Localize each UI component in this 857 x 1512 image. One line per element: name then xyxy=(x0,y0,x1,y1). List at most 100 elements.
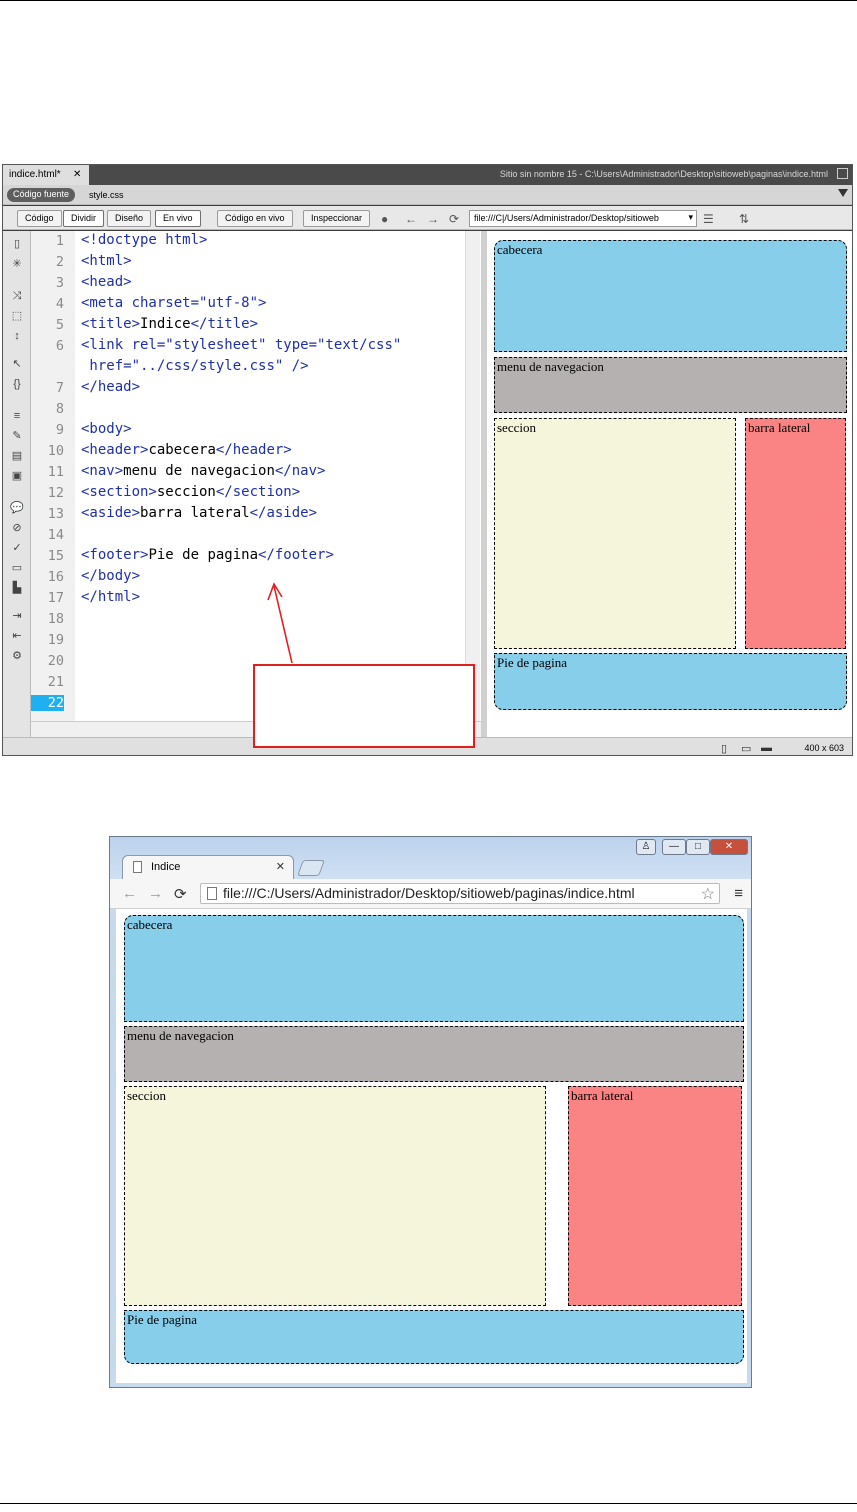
line-number: 5 xyxy=(55,317,64,333)
format-source-icon[interactable]: ⚙ xyxy=(9,649,25,663)
user-icon[interactable]: ♙ xyxy=(636,839,656,855)
expand-all-icon[interactable]: ↕ xyxy=(9,329,25,343)
highlight-invalid-icon[interactable]: ✎ xyxy=(9,429,25,443)
forward-arrow-icon[interactable]: → xyxy=(427,212,439,226)
back-arrow-icon[interactable]: ← xyxy=(122,885,137,902)
browser-tabstrip: Indice ✕ ♙ — □ ✕ xyxy=(110,837,751,879)
reload-icon[interactable]: ⟳ xyxy=(174,885,187,903)
live-view-button[interactable]: En vivo xyxy=(155,210,201,227)
document-tabbar: indice.html* ✕ Sitio sin nombre 15 - C:\… xyxy=(3,165,852,185)
page-options-icon[interactable]: ☰ xyxy=(703,212,714,226)
maximize-button[interactable]: □ xyxy=(686,839,710,855)
window-size-select[interactable]: 400 x 603 xyxy=(804,743,844,753)
spark-icon[interactable]: ✳ xyxy=(9,257,25,271)
related-files-bar: Código fuente style.css xyxy=(3,185,852,205)
aside-box[interactable]: barra lateral xyxy=(745,418,846,649)
new-tab-button[interactable] xyxy=(297,860,325,876)
live-code-button[interactable]: Código en vivo xyxy=(217,210,293,227)
code-token: <link xyxy=(81,337,132,353)
code-token: Indice xyxy=(140,316,191,332)
phone-icon[interactable]: ▯ xyxy=(721,742,727,755)
word-wrap-icon[interactable]: ▤ xyxy=(9,449,25,463)
open-documents-icon[interactable]: ▯ xyxy=(9,237,25,251)
minimize-button[interactable]: — xyxy=(662,839,686,855)
tablet-icon[interactable]: ▭ xyxy=(741,742,751,755)
select-parent-icon[interactable]: ↖ xyxy=(9,357,25,371)
footer-box-label: Pie de pagina xyxy=(127,1312,198,1327)
line-number: 17 xyxy=(47,590,64,606)
line-numbers-icon[interactable]: ≡ xyxy=(9,409,25,423)
document-tab[interactable]: indice.html* ✕ xyxy=(3,165,89,185)
move-css-icon[interactable]: ▙ xyxy=(9,581,25,595)
code-token: menu de navegacion xyxy=(123,463,275,479)
code-token: <header> xyxy=(81,442,149,458)
browser-toolbar: ← → ⟳ file:///C:/Users/Administrador/Des… xyxy=(110,879,751,909)
address-bar[interactable]: file:///C:/Users/Administrador/Desktop/s… xyxy=(200,883,720,904)
filter-icon[interactable] xyxy=(838,189,848,197)
sort-icon[interactable]: ⇅ xyxy=(739,212,749,226)
inspect-button[interactable]: Inspeccionar xyxy=(303,210,371,227)
code-token: "../css/style.css" xyxy=(131,358,284,374)
dropdown-arrow-icon[interactable]: ▾ xyxy=(688,212,693,223)
code-token: <meta xyxy=(81,295,132,311)
address-field[interactable]: file:///C|/Users/Administrador/Desktop/s… xyxy=(469,210,697,227)
desktop-icon[interactable]: ▬ xyxy=(761,742,772,754)
nav-box: menu de navegacion xyxy=(124,1026,744,1082)
line-number: 9 xyxy=(55,422,64,438)
close-window-button[interactable]: ✕ xyxy=(710,839,748,855)
source-code-button[interactable]: Código fuente xyxy=(7,188,76,202)
code-token: href= xyxy=(81,358,132,374)
remove-comment-icon[interactable]: ⊘ xyxy=(9,521,25,535)
section-box[interactable]: seccion xyxy=(494,418,736,649)
related-file-stylecss[interactable]: style.css xyxy=(89,190,124,200)
refresh-icon[interactable]: ⟳ xyxy=(449,212,459,226)
syntax-error-icon[interactable]: ▣ xyxy=(9,469,25,483)
outdent-icon[interactable]: ⇤ xyxy=(9,629,25,643)
code-token: <title> xyxy=(81,316,141,332)
code-line: </body> xyxy=(81,568,140,584)
design-view[interactable]: cabecera menu de navegacion seccion barr… xyxy=(487,231,852,737)
code-vertical-scrollbar[interactable] xyxy=(465,231,480,721)
line-number: 18 xyxy=(47,611,64,627)
header-box[interactable]: cabecera xyxy=(494,240,847,352)
address-text: file:///C|/Users/Administrador/Desktop/s… xyxy=(474,213,659,223)
collapse-tag-icon[interactable]: ⤨ xyxy=(9,289,25,303)
balance-braces-icon[interactable]: {} xyxy=(9,377,25,391)
header-box-label: cabecera xyxy=(497,242,543,257)
code-editor[interactable]: 1 2 3 4 5 6 7 8 9 10 11 12 13 14 15 16 1… xyxy=(31,231,481,721)
close-icon[interactable]: ✕ xyxy=(276,860,285,873)
code-view-button[interactable]: Código xyxy=(17,210,62,227)
close-icon[interactable]: ✕ xyxy=(73,169,81,180)
wrap-tag-icon[interactable]: ✓ xyxy=(9,541,25,555)
browser-window: Indice ✕ ♙ — □ ✕ ← → ⟳ file:///C:/Users/… xyxy=(109,836,752,1388)
browser-tab[interactable]: Indice ✕ xyxy=(122,855,294,879)
code-token: </section> xyxy=(215,484,301,500)
recent-snippets-icon[interactable]: ▭ xyxy=(9,561,25,575)
line-number-gutter: 1 2 3 4 5 6 7 8 9 10 11 12 13 14 15 16 1… xyxy=(31,231,75,721)
menu-icon[interactable]: ≡ xyxy=(734,885,743,902)
forward-arrow-icon[interactable]: → xyxy=(148,885,163,902)
apply-comment-icon[interactable]: 💬 xyxy=(9,501,25,515)
collapse-selection-icon[interactable]: ⬚ xyxy=(9,309,25,323)
footer-box[interactable]: Pie de pagina xyxy=(494,653,847,710)
indent-icon[interactable]: ⇥ xyxy=(9,609,25,623)
coding-toolbar: ▯ ✳ ⤨ ⬚ ↕ ↖ {} ≡ ✎ ▤ ▣ 💬 ⊘ ✓ ▭ ▙ ⇥ ⇤ ⚙ xyxy=(3,231,31,737)
code-line: <!doctype html> xyxy=(81,232,207,248)
nav-box-label: menu de navegacion xyxy=(497,359,604,374)
nav-box[interactable]: menu de navegacion xyxy=(494,357,847,413)
restore-icon[interactable] xyxy=(837,168,848,179)
globe-icon[interactable]: ● xyxy=(381,212,388,226)
split-view-button[interactable]: Dividir xyxy=(63,210,105,227)
line-number: 13 xyxy=(47,506,64,522)
document-toolbar: Código Dividir Diseño En vivo Código en … xyxy=(3,206,852,230)
code-line: <link rel="stylesheet" type="text/css" xyxy=(81,337,401,353)
code-token: cabecera xyxy=(148,442,216,458)
line-number: 8 xyxy=(55,401,64,417)
section-box-label: seccion xyxy=(127,1088,166,1103)
design-view-button[interactable]: Diseño xyxy=(107,210,152,227)
back-arrow-icon[interactable]: ← xyxy=(405,212,417,226)
code-token: </title> xyxy=(190,316,259,332)
code-token: /> xyxy=(283,358,309,374)
code-token: </footer> xyxy=(258,547,334,563)
star-icon[interactable]: ☆ xyxy=(701,884,715,903)
